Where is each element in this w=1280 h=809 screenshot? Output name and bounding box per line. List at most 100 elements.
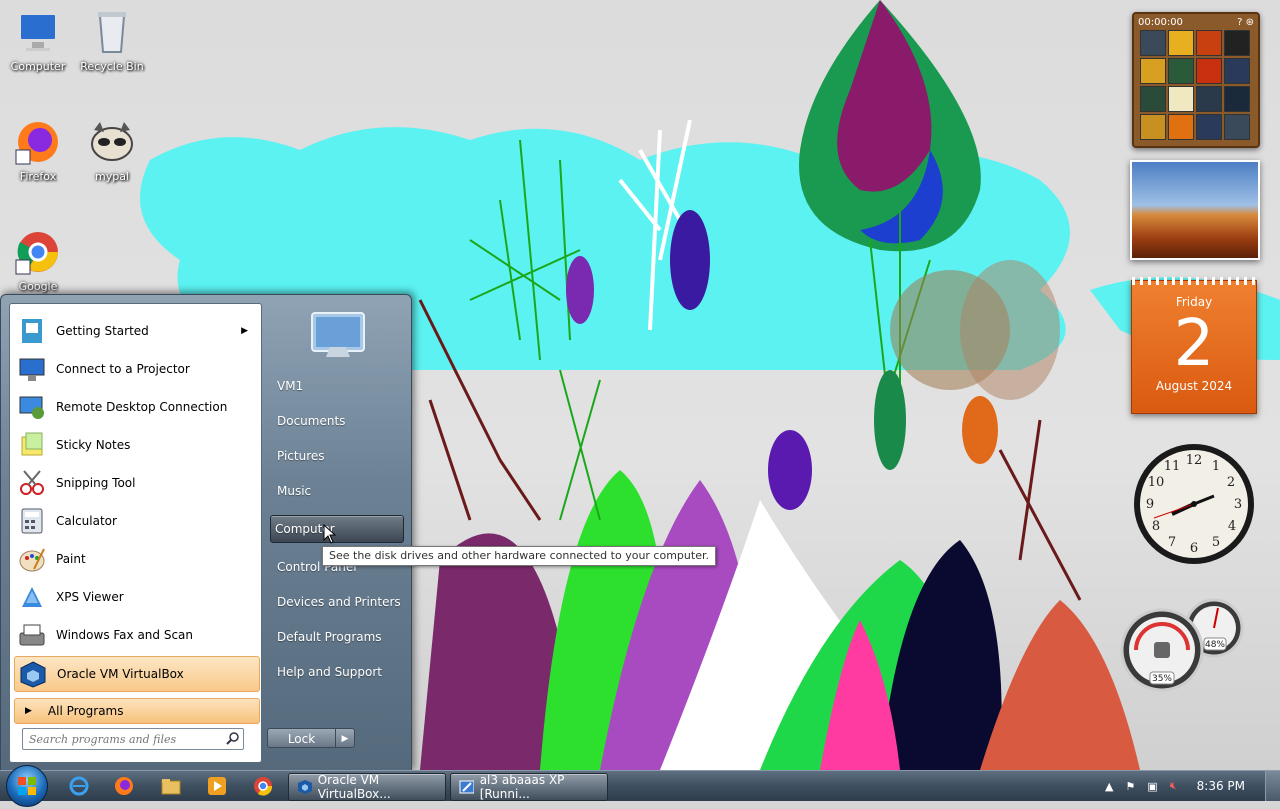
internet-explorer-icon: [69, 776, 89, 796]
desktop-icon-mypal[interactable]: mypal: [74, 118, 150, 183]
snipping-tool-icon: [20, 470, 44, 495]
network-icon[interactable]: ▣: [1147, 780, 1157, 793]
remote-desktop-icon: [19, 396, 44, 419]
taskbar-firefox[interactable]: [105, 774, 143, 798]
all-programs-button[interactable]: ▶ All Programs: [14, 698, 260, 724]
virtualbox-icon: [298, 780, 312, 794]
program-label: Remote Desktop Connection: [56, 400, 228, 414]
taskbar: Oracle VM VirtualBox... al3 abaaas XP [R…: [0, 765, 1280, 807]
program-label: Windows Fax and Scan: [56, 628, 194, 642]
taskbar-chrome[interactable]: [244, 774, 282, 798]
taskbar-ie[interactable]: [60, 774, 98, 798]
svg-text:4: 4: [1228, 519, 1236, 534]
program-label: Paint: [56, 552, 86, 566]
windows-logo-icon: [18, 777, 36, 795]
submenu-arrow-icon: ▶: [241, 326, 248, 336]
desktop-icon-google[interactable]: Google: [0, 228, 76, 293]
show-hidden-icons-icon[interactable]: ▲: [1105, 780, 1113, 793]
volume-muted-icon[interactable]: 🔇︎: [1170, 779, 1177, 793]
notification-area: ▲ ⚑ ▣ 🔇︎ 8:36 PM: [1099, 771, 1280, 801]
taskbar-clock[interactable]: 8:36 PM: [1197, 779, 1245, 793]
desktop-icon-firefox[interactable]: Firefox: [0, 118, 76, 183]
program-remote-desktop[interactable]: Remote Desktop Connection: [14, 390, 258, 424]
svg-text:12: 12: [1186, 453, 1203, 468]
lock-button-group: Lock ▶: [267, 728, 355, 748]
firefox-icon: [15, 122, 58, 165]
link-label: Documents: [277, 414, 346, 428]
all-programs-label: All Programs: [47, 704, 124, 718]
link-label: Default Programs: [277, 630, 382, 644]
virtualbox-icon: [20, 661, 46, 688]
calendar-gadget[interactable]: Friday 2 August 2024: [1131, 277, 1257, 414]
program-label: Snipping Tool: [56, 476, 136, 490]
program-fax-scan[interactable]: Windows Fax and Scan: [14, 618, 258, 652]
start-menu-places-pane: VM1 Documents Pictures Music Computer Co…: [263, 295, 411, 771]
recycle-bin-icon: [98, 12, 126, 53]
vm-window-icon: [459, 780, 474, 794]
svg-text:11: 11: [1164, 459, 1181, 474]
link-vm1[interactable]: VM1: [273, 373, 403, 399]
puzzle-controls[interactable]: ? ⊛: [1237, 17, 1254, 28]
action-center-flag-icon[interactable]: ⚑: [1125, 780, 1135, 793]
calendar-day: 2: [1173, 307, 1215, 381]
link-documents[interactable]: Documents: [273, 408, 403, 434]
paint-icon: [19, 548, 45, 572]
chrome-icon: [15, 232, 58, 275]
search-icon[interactable]: [223, 731, 243, 748]
svg-text:5: 5: [1212, 535, 1220, 550]
program-label: Getting Started: [56, 324, 149, 338]
link-pictures[interactable]: Pictures: [273, 443, 403, 469]
calendar-rings: [1132, 277, 1256, 285]
user-picture-icon: [311, 312, 365, 357]
program-connect-projector[interactable]: Connect to a Projector: [14, 352, 258, 386]
lock-button[interactable]: Lock: [267, 728, 336, 748]
taskbar-task-vm-window[interactable]: al3 abaaas XP [Runni...: [450, 773, 608, 801]
link-devices-printers[interactable]: Devices and Printers: [273, 589, 403, 615]
puzzle-timer: 00:00:00: [1138, 16, 1183, 28]
desktop-icon-recycle-bin[interactable]: Recycle Bin: [74, 8, 150, 73]
cpu-meter-gadget[interactable]: 35% 48%: [1120, 598, 1246, 694]
svg-text:3: 3: [1234, 497, 1242, 512]
svg-text:7: 7: [1168, 535, 1176, 550]
shutdown-options-arrow-icon[interactable]: ▶: [336, 728, 355, 748]
start-search-box[interactable]: [22, 728, 244, 750]
link-help-support[interactable]: Help and Support: [273, 659, 403, 685]
getting-started-icon: [22, 319, 42, 343]
taskbar-task-virtualbox[interactable]: Oracle VM VirtualBox...: [288, 773, 446, 801]
start-menu-programs-pane: Getting Started ▶ Connect to a Projector…: [9, 303, 262, 763]
link-music[interactable]: Music: [273, 478, 403, 504]
desktop-icon-label: mypal: [94, 170, 129, 183]
show-desktop-button[interactable]: [1265, 771, 1280, 801]
picture-puzzle-gadget[interactable]: 00:00:00 ? ⊛: [1132, 12, 1260, 148]
link-computer[interactable]: Computer: [270, 515, 404, 543]
clock-gadget[interactable]: 12 12 345 678 91011: [1132, 442, 1256, 566]
start-button[interactable]: [6, 765, 48, 807]
desktop-icon-label: Firefox: [19, 170, 57, 183]
program-virtualbox[interactable]: Oracle VM VirtualBox: [14, 656, 260, 692]
start-search-input[interactable]: [23, 731, 223, 747]
link-default-programs[interactable]: Default Programs: [273, 624, 403, 650]
chrome-icon: [254, 777, 273, 796]
fax-scan-icon: [19, 624, 45, 646]
calculator-icon: [21, 508, 43, 534]
computer-tooltip: See the disk drives and other hardware c…: [322, 546, 716, 566]
program-label: Connect to a Projector: [56, 362, 190, 376]
slideshow-gadget[interactable]: [1130, 160, 1260, 260]
link-label: Devices and Printers: [277, 595, 401, 609]
taskbar-explorer[interactable]: [152, 774, 190, 798]
desktop-icon-label: Computer: [10, 60, 66, 73]
svg-text:2: 2: [1227, 475, 1235, 490]
link-label: Music: [277, 484, 312, 498]
program-getting-started[interactable]: Getting Started ▶: [14, 314, 258, 348]
program-sticky-notes[interactable]: Sticky Notes: [14, 428, 258, 462]
mouse-cursor-icon: [323, 524, 337, 544]
computer-icon: [19, 13, 57, 51]
explorer-icon: [161, 779, 181, 795]
puzzle-grid[interactable]: [1140, 30, 1252, 140]
desktop-icon-computer[interactable]: Computer: [0, 8, 76, 73]
program-calculator[interactable]: Calculator: [14, 504, 258, 538]
taskbar-media-player[interactable]: [198, 774, 236, 798]
program-paint[interactable]: Paint: [14, 542, 258, 576]
program-snipping-tool[interactable]: Snipping Tool: [14, 466, 258, 500]
program-xps-viewer[interactable]: XPS Viewer: [14, 580, 258, 614]
